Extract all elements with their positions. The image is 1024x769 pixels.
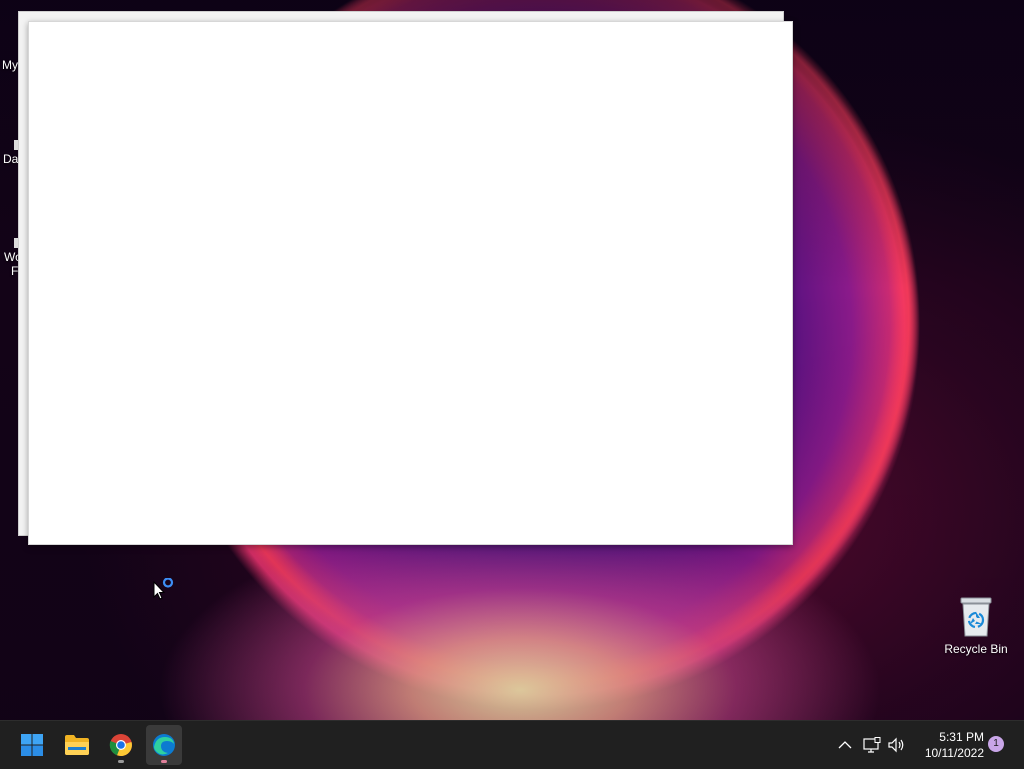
recycle-bin-label: Recycle Bin: [944, 642, 1008, 656]
busy-cursor-icon: [153, 577, 177, 609]
network-button[interactable]: [861, 721, 883, 769]
start-button[interactable]: [14, 725, 50, 765]
taskbar: 5:31 PM 10/11/2022: [0, 720, 1024, 769]
recycle-bin-icon: [959, 596, 993, 638]
windows-logo-icon: [21, 734, 43, 756]
desktop-icon-label: Da: [3, 152, 19, 166]
volume-button[interactable]: [886, 721, 908, 769]
network-icon: [863, 737, 881, 753]
show-hidden-icons-button[interactable]: [834, 721, 856, 769]
running-indicator: [118, 760, 124, 763]
chevron-up-icon: [838, 741, 852, 749]
running-indicator: [161, 760, 167, 763]
notification-badge[interactable]: 1: [988, 736, 1004, 752]
chrome-icon: [109, 734, 132, 757]
clock-date: 10/11/2022: [924, 746, 984, 760]
clock-time: 5:31 PM: [939, 730, 984, 744]
taskbar-chrome[interactable]: [103, 725, 139, 765]
system-clock[interactable]: 5:31 PM 10/11/2022: [912, 729, 984, 761]
desktop-icon-recycle-bin[interactable]: Recycle Bin: [940, 596, 1012, 656]
folder-icon: [65, 735, 89, 755]
volume-icon: [888, 737, 904, 753]
desktop-icon-label: My: [2, 58, 18, 72]
taskbar-file-explorer[interactable]: [59, 725, 95, 765]
edge-icon: [153, 734, 175, 756]
foreground-blank-window[interactable]: [28, 21, 793, 545]
taskbar-edge[interactable]: [146, 725, 182, 765]
